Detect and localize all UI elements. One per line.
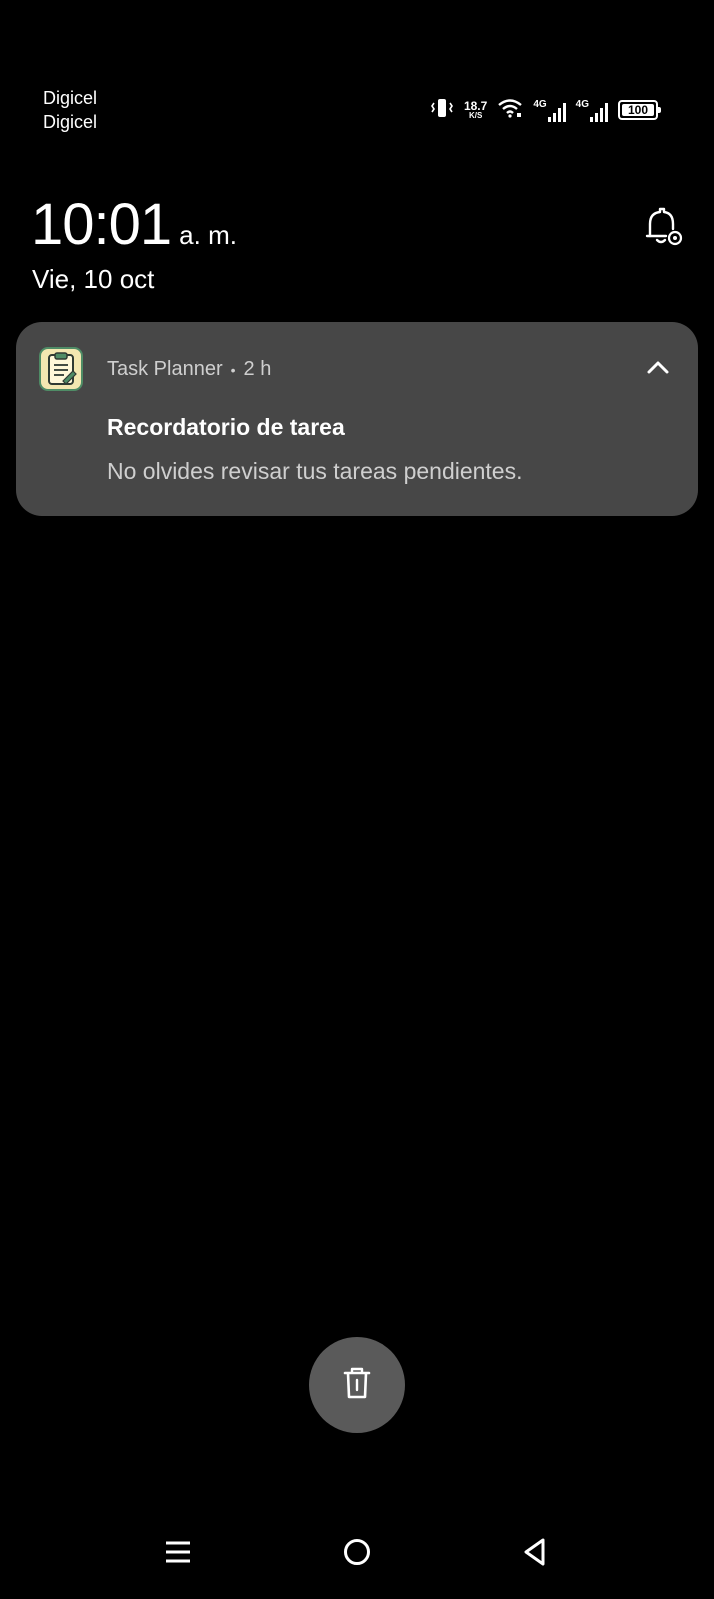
clear-notifications-button[interactable] xyxy=(309,1337,405,1433)
menu-icon xyxy=(163,1537,193,1572)
status-icons: 18.7 K/S 4G 4G 100 xyxy=(430,96,661,124)
lock-date: Vie, 10 oct xyxy=(32,264,155,294)
vibrate-icon xyxy=(430,97,454,124)
network-speed-unit: K/S xyxy=(468,111,483,120)
clock-time: 10:01 xyxy=(31,192,172,257)
task-planner-app-icon xyxy=(39,347,83,391)
carrier-1: Digicel xyxy=(43,88,98,108)
lock-clock: 10:01 a. m. xyxy=(31,195,237,255)
notification-settings-icon[interactable] xyxy=(640,205,684,249)
notification-title: Recordatorio de tarea xyxy=(107,414,345,440)
battery-level: 100 xyxy=(627,103,649,117)
chevron-up-icon[interactable] xyxy=(642,352,674,384)
back-icon xyxy=(520,1537,550,1572)
menu-button[interactable] xyxy=(154,1530,202,1578)
trash-icon xyxy=(339,1365,375,1406)
carrier-labels: Digicel Digicel xyxy=(43,86,97,134)
signal-icon xyxy=(590,102,608,122)
home-icon xyxy=(342,1537,372,1572)
network-type-2: 4G xyxy=(575,98,589,110)
header-separator: • xyxy=(230,361,236,378)
notification-header: Task Planner • 2 h xyxy=(107,358,271,381)
network-type-1: 4G xyxy=(533,98,547,110)
signal-1: 4G xyxy=(533,98,566,122)
home-button[interactable] xyxy=(333,1530,381,1578)
navigation-bar xyxy=(0,1530,714,1578)
signal-icon xyxy=(547,102,566,122)
notification-age: 2 h xyxy=(243,358,272,380)
wifi-icon xyxy=(497,98,523,123)
app-name: Task Planner xyxy=(107,358,223,380)
signal-2: 4G xyxy=(576,99,608,122)
network-speed: 18.7 K/S xyxy=(464,100,487,120)
battery-icon: 100 xyxy=(618,100,661,120)
clock-ampm: a. m. xyxy=(179,220,237,250)
notification-card[interactable]: Task Planner • 2 h Recordatorio de tarea… xyxy=(16,322,698,516)
carrier-2: Digicel xyxy=(43,112,98,132)
notification-body: No olvides revisar tus tareas pendientes… xyxy=(107,458,523,484)
back-button[interactable] xyxy=(511,1530,559,1578)
